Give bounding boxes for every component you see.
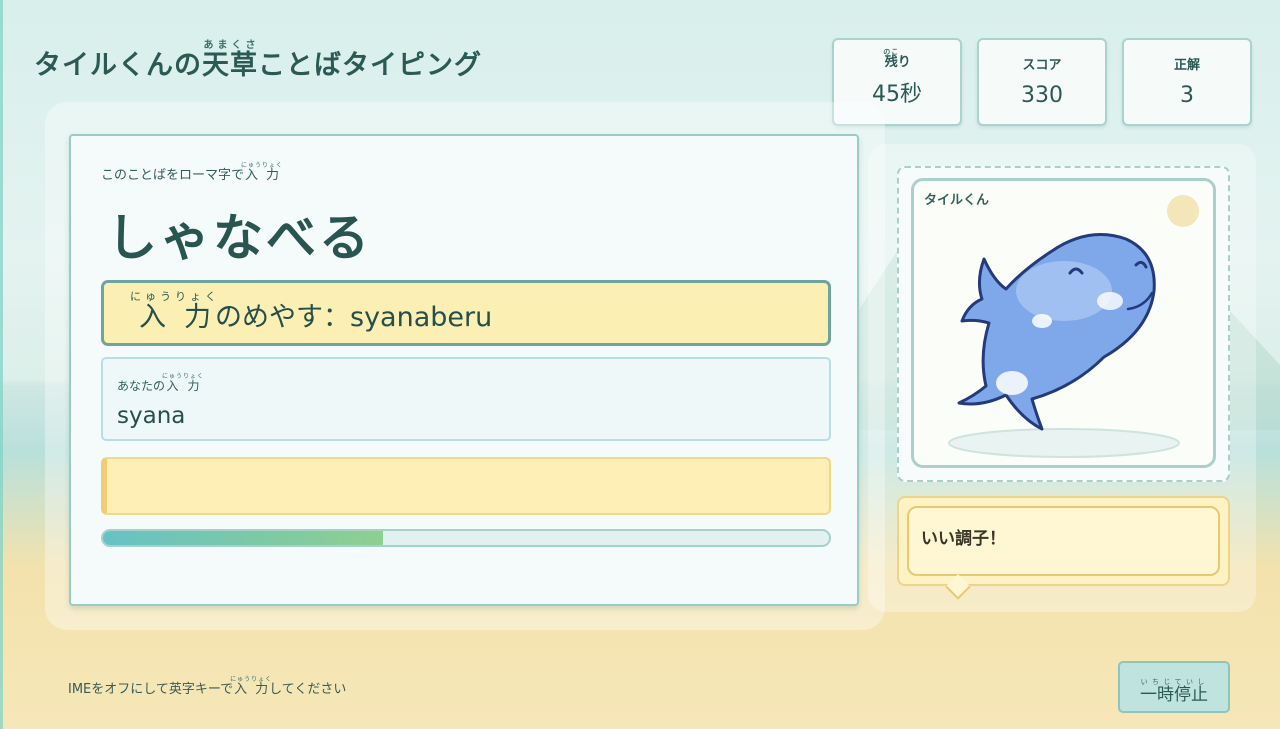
instruction-text: このことばをローマ字で入力にゅうりょく (101, 162, 283, 183)
typing-input-box[interactable]: あなたの入力にゅうりょく syana (101, 357, 831, 441)
answer-label-reading: にゅうりょく (162, 373, 205, 380)
time-label-reading: のこ (883, 48, 900, 56)
correct-value: 3 (1180, 83, 1194, 108)
guide-romaji: syanaberu (350, 302, 493, 333)
instruction-reading: にゅうりょく (241, 162, 284, 169)
pause-label: 一時停止 (1140, 685, 1208, 705)
title-ruby: 天草あまくさ (202, 40, 258, 81)
hint-suffix: してください (269, 682, 347, 697)
guide-label: のめやす： (215, 302, 350, 333)
answer-label-prefix: あなたの (117, 379, 166, 393)
progress-bar (101, 529, 831, 547)
title-reading: あまくさ (202, 40, 258, 51)
title-text-2: ことばタイピング (258, 50, 482, 81)
typing-card: このことばをローマ字で入力にゅうりょく しゃなべる 入力にゅうりょくのめやす：s… (69, 134, 859, 606)
correct-label: 正解 (1173, 58, 1200, 73)
target-word: しゃなべる (107, 209, 372, 267)
character-name: タイルくん (924, 193, 990, 208)
speech-bubble: いい調子！ (897, 496, 1230, 600)
correct-count-panel: 正解 3 (1122, 38, 1252, 126)
speech-text: いい調子！ (921, 529, 1006, 549)
character-frame: タイルくん (897, 166, 1230, 482)
title-kanji: 天草 (202, 50, 258, 81)
romaji-guide-box: 入力にゅうりょくのめやす：syanaberu (101, 280, 831, 346)
time-label-suffix: り (897, 55, 911, 70)
guide-reading: にゅうりょく (130, 290, 220, 303)
title-text-1: タイルくんの (34, 50, 202, 81)
answer-label-kanji: 入力 (162, 379, 205, 393)
progress-fill (103, 531, 383, 545)
instruction-kanji: 入力 (241, 168, 284, 183)
left-edge-strip (0, 0, 3, 729)
guide-kanji: 入力 (130, 302, 220, 333)
answer-label: あなたの入力にゅうりょく (117, 373, 204, 394)
page-title: タイルくんの天草あまくさことばタイピング (34, 40, 482, 82)
score-panel: スコア 330 (977, 38, 1107, 126)
instruction-prefix: このことばをローマ字で (101, 168, 245, 183)
time-label: 残のこり (834, 48, 960, 70)
hint-kanji: 入力 (230, 682, 273, 697)
speech-bubble-inner: いい調子！ (907, 506, 1220, 576)
score-value: 330 (1021, 83, 1063, 108)
hint-reading: にゅうりょく (230, 676, 273, 683)
typed-text: syana (117, 403, 186, 429)
pause-button[interactable]: 一時停止いちじていし (1118, 661, 1230, 713)
pause-reading: いちじていし (1140, 678, 1208, 686)
feedback-box (101, 457, 831, 515)
ime-hint: IMEをオフにして英字キーで入力にゅうりょくしてください (68, 676, 346, 697)
character-card: タイルくん (911, 178, 1216, 468)
hint-prefix: IMEをオフにして英字キーで (68, 682, 234, 697)
score-label: スコア (1022, 58, 1062, 73)
dolphin-mascot-icon (948, 233, 1180, 458)
